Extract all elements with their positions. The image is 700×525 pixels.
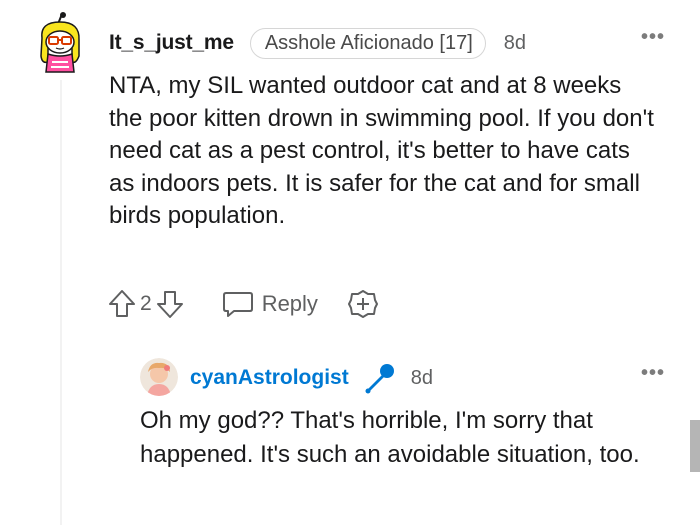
thread-line[interactable] <box>60 80 62 525</box>
comment-header: It_s_just_me Asshole Aficionado [17] 8d <box>109 27 526 59</box>
comment-thread: It_s_just_me Asshole Aficionado [17] 8d … <box>0 0 700 525</box>
reply-body: Oh my god?? That's horrible, I'm sorry t… <box>140 407 640 468</box>
microphone-icon <box>363 362 397 394</box>
upvote-icon[interactable] <box>108 289 136 319</box>
comment-actions: 2 Reply <box>108 286 378 322</box>
comment-time: 8d <box>503 31 527 54</box>
reply-button[interactable]: Reply <box>222 290 318 318</box>
scrollbar[interactable] <box>690 420 700 472</box>
award-plus-icon <box>347 289 378 319</box>
more-options-icon[interactable]: ••• <box>641 363 665 383</box>
more-options-icon[interactable]: ••• <box>641 27 665 47</box>
user-flair: Asshole Aficionado [17] <box>249 27 486 59</box>
vote-count: 2 <box>140 292 152 315</box>
award-button[interactable] <box>347 289 378 319</box>
comment-author[interactable]: It_s_just_me <box>109 31 234 55</box>
comment-body: NTA, my SIL wanted outdoor cat and at 8 … <box>109 72 654 229</box>
reply-time: 8d <box>410 366 433 389</box>
reply-header: cyanAstrologist 8d <box>190 362 433 394</box>
downvote-icon[interactable] <box>156 289 184 319</box>
user-avatar-icon[interactable] <box>140 358 178 396</box>
reply-author[interactable]: cyanAstrologist <box>190 366 349 390</box>
chat-bubble-icon <box>222 290 254 318</box>
reply-label: Reply <box>261 291 318 316</box>
snoo-avatar-icon[interactable] <box>36 12 86 74</box>
